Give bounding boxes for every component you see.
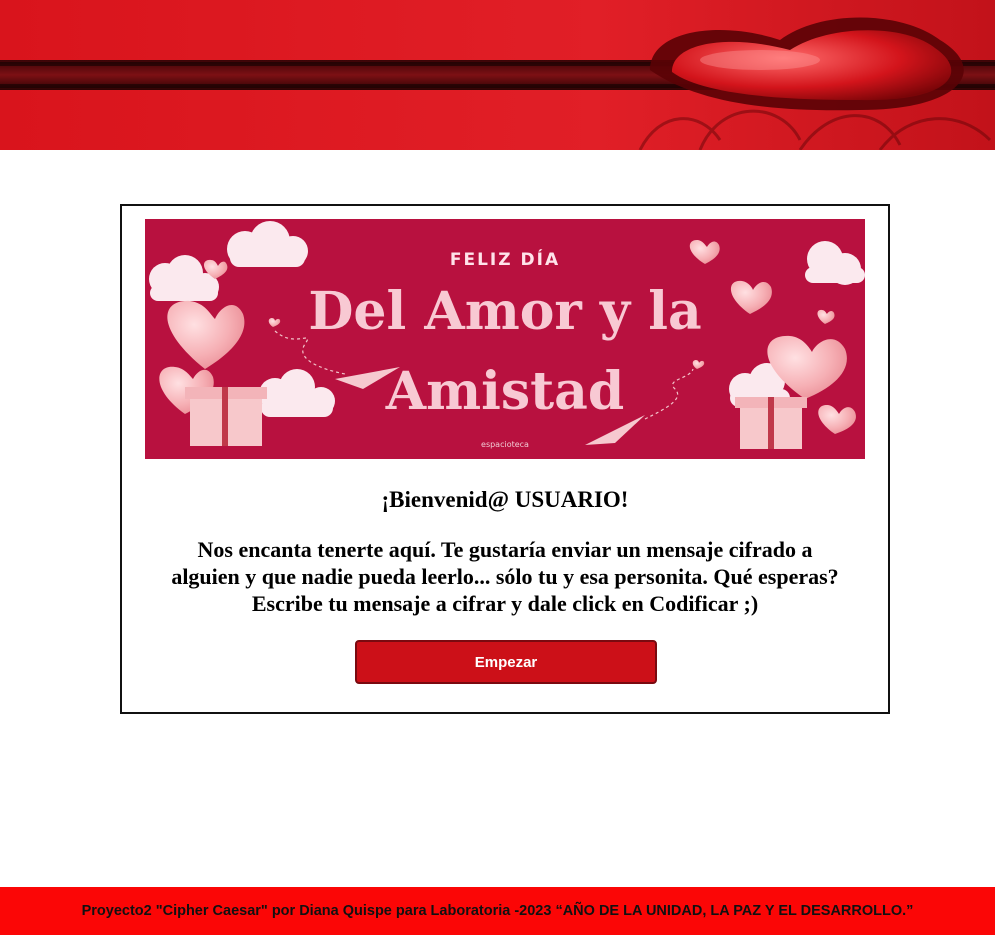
greeting-banner-image: FELIZ DÍA Del Amor y la Amistad espaciot… [145,219,865,459]
footer-text: Proyecto2 "Cipher Caesar" por Diana Quis… [81,903,914,919]
greeting-credit: espacioteca [481,440,529,449]
greeting-title-line2: Amistad [385,361,624,422]
greeting-title-line1: Del Amor y la [308,281,701,342]
greeting-kicker: FELIZ DÍA [450,248,560,270]
start-button[interactable]: Empezar [355,640,657,684]
welcome-message: Nos encanta tenerte aquí. Te gustaría en… [171,537,839,616]
welcome-title: ¡Bienvenid@ USUARIO! [381,487,629,512]
header-banner-image [0,0,995,150]
welcome-card: FELIZ DÍA Del Amor y la Amistad espaciot… [120,204,890,714]
footer: Proyecto2 "Cipher Caesar" por Diana Quis… [0,887,995,935]
